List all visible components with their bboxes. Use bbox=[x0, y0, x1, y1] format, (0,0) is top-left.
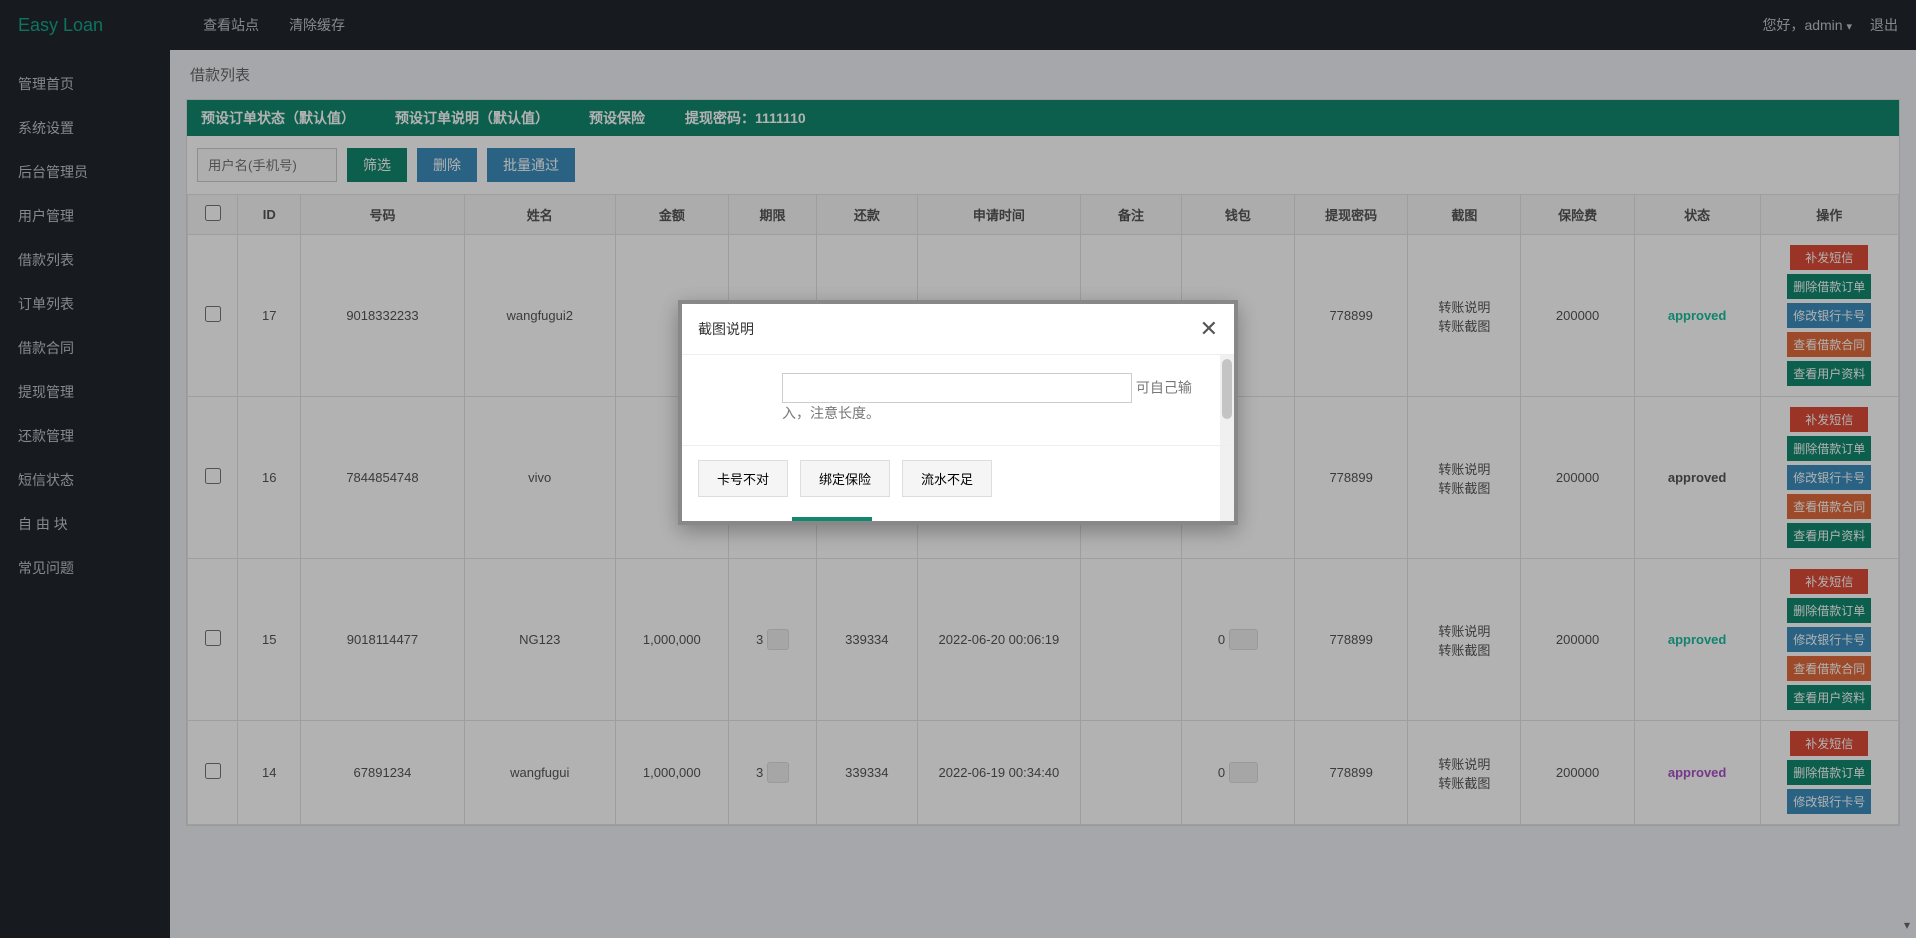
modal-close-button[interactable]: ✕ bbox=[1200, 316, 1218, 342]
modal-accent-bar bbox=[792, 517, 872, 521]
option-low-flow[interactable]: 流水不足 bbox=[902, 460, 992, 497]
option-bind-insurance[interactable]: 绑定保险 bbox=[800, 460, 890, 497]
screenshot-desc-input[interactable] bbox=[782, 373, 1132, 403]
close-icon: ✕ bbox=[1200, 316, 1218, 341]
option-wrong-card[interactable]: 卡号不对 bbox=[698, 460, 788, 497]
modal-title: 截图说明 bbox=[698, 319, 754, 339]
screenshot-desc-modal: 截图说明 ✕ 可自己输入，注意长度。 卡号不对 绑定保险 流水不足 bbox=[678, 300, 1238, 525]
